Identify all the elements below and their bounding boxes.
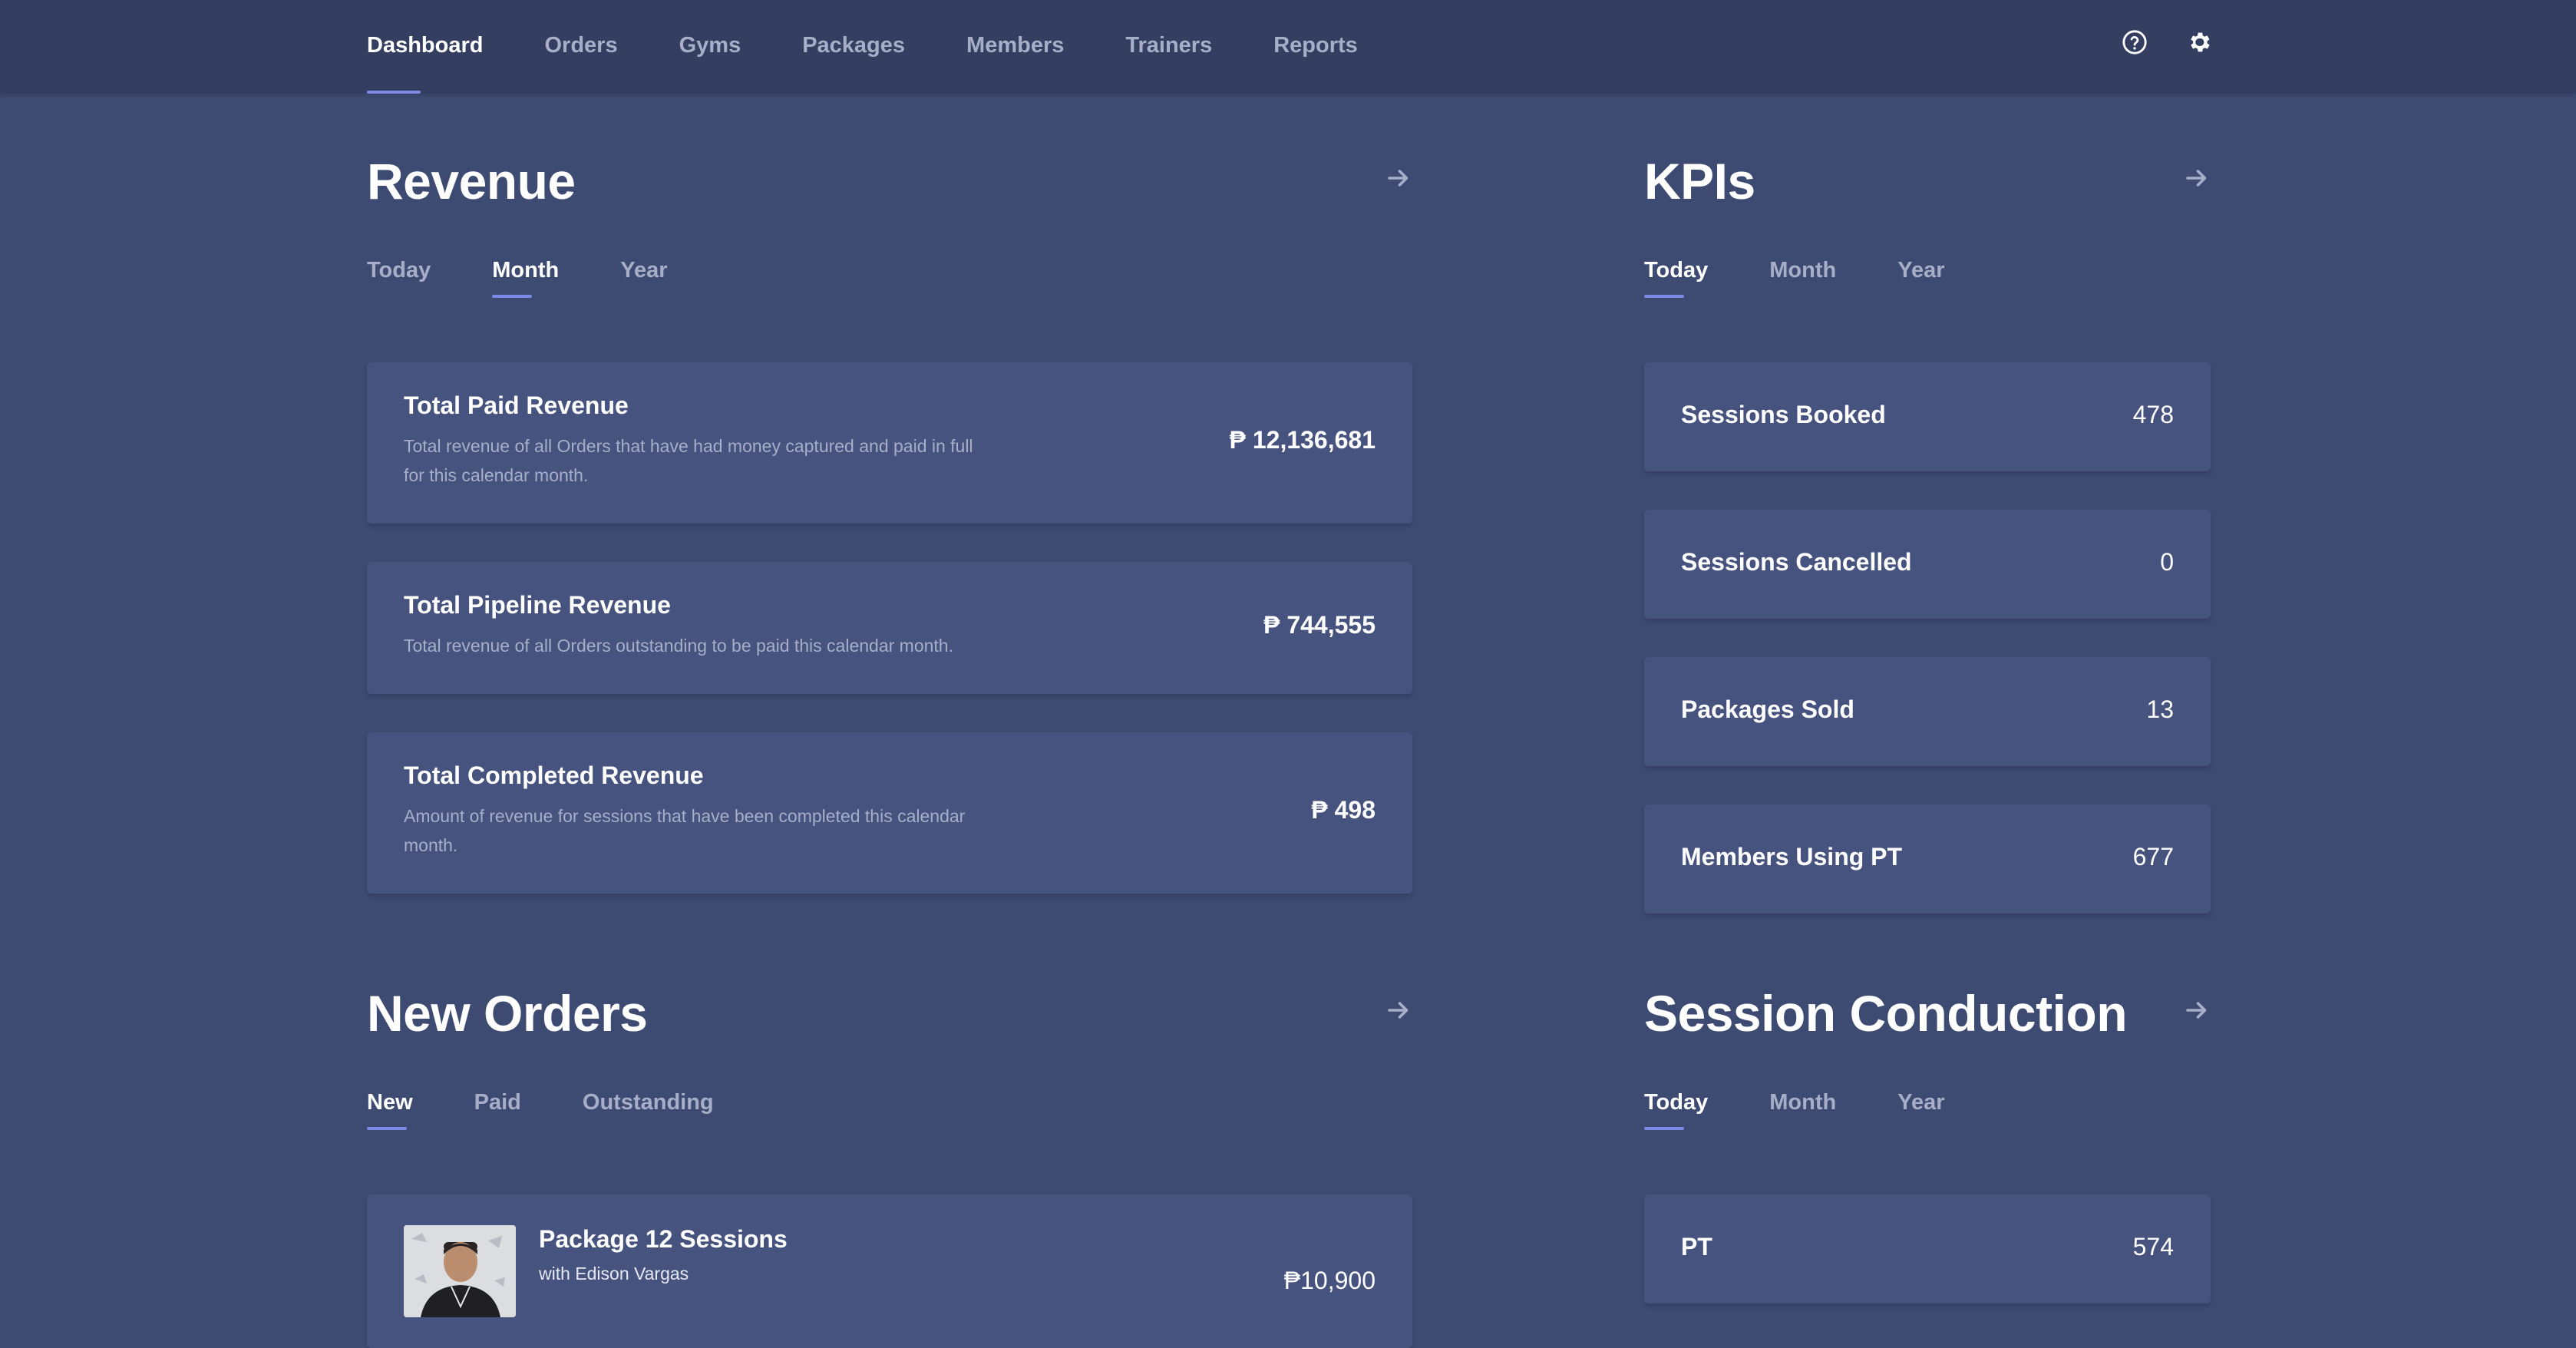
card-title: Total Pipeline Revenue [404, 591, 671, 619]
new-orders-tabs: New Paid Outstanding [367, 1090, 775, 1130]
kpi-label: Sessions Booked [1681, 401, 1886, 428]
card-value: ₱ 12,136,681 [1229, 426, 1376, 454]
nav-item-reports[interactable]: Reports [1273, 0, 1358, 94]
tab-year[interactable]: Year [620, 258, 667, 298]
order-card[interactable]: Package 12 Sessions with Edison Vargas ₱… [367, 1194, 1412, 1348]
new-orders-section: New Orders New Paid Outstanding Package … [367, 983, 1412, 1348]
nav-item-packages[interactable]: Packages [802, 0, 905, 94]
kpis-section: KPIs Today Month Year Sessions Booked 47… [1644, 150, 2211, 918]
new-orders-title: New Orders [367, 985, 648, 1042]
order-package-name: Package 12 Sessions [539, 1225, 788, 1253]
top-icon-group [2122, 29, 2212, 55]
nav-item-trainers[interactable]: Trainers [1125, 0, 1212, 94]
card-value: ₱ 744,555 [1263, 611, 1376, 639]
card-description: Total revenue of all Orders outstanding … [404, 636, 953, 656]
card-description: Amount of revenue for sessions that have… [404, 806, 966, 855]
tab-year[interactable]: Year [1897, 1090, 1944, 1130]
kpi-value: 677 [2132, 843, 2174, 871]
kpi-card-packages-sold[interactable]: Packages Sold 13 [1644, 657, 2211, 766]
tab-today[interactable]: Today [1644, 258, 1708, 298]
kpi-value: 478 [2132, 401, 2174, 428]
session-conduction-title: Session Conduction [1644, 985, 2128, 1042]
kpi-card-sessions-booked[interactable]: Sessions Booked 478 [1644, 362, 2211, 471]
session-conduction-section: Session Conduction Today Month Year PT 5… [1644, 983, 2211, 1314]
tab-month[interactable]: Month [1769, 1090, 1836, 1130]
nav-item-orders[interactable]: Orders [544, 0, 617, 94]
card-title: Total Paid Revenue [404, 392, 629, 419]
revenue-tabs: Today Month Year [367, 258, 729, 298]
tab-year[interactable]: Year [1897, 258, 1944, 298]
order-trainer: with Edison Vargas [539, 1264, 689, 1284]
tab-month[interactable]: Month [1769, 258, 1836, 298]
revenue-section: Revenue Today Month Year Total Paid Reve… [367, 150, 1412, 903]
kpi-value: 0 [2160, 548, 2174, 576]
tab-new[interactable]: New [367, 1090, 413, 1130]
nav-item-dashboard[interactable]: Dashboard [367, 0, 483, 94]
main-nav: Dashboard Orders Gyms Packages Members T… [367, 0, 1419, 94]
help-icon[interactable] [2122, 29, 2148, 55]
kpi-value: 13 [2146, 695, 2174, 723]
card-value: ₱ 498 [1311, 796, 1376, 824]
tab-today[interactable]: Today [1644, 1090, 1708, 1130]
revenue-title: Revenue [367, 153, 576, 210]
nav-item-members[interactable]: Members [966, 0, 1064, 94]
revenue-card-paid[interactable]: Total Paid Revenue Total revenue of all … [367, 362, 1412, 524]
arrow-right-icon[interactable] [2183, 996, 2211, 1024]
gear-icon[interactable] [2186, 29, 2212, 55]
kpi-label: Members Using PT [1681, 843, 1903, 871]
session-card-pt[interactable]: PT 574 [1644, 1194, 2211, 1303]
kpis-title: KPIs [1644, 153, 1755, 210]
tab-outstanding[interactable]: Outstanding [583, 1090, 714, 1130]
arrow-right-icon[interactable] [2183, 164, 2211, 192]
trainer-avatar [404, 1225, 516, 1317]
arrow-right-icon[interactable] [1385, 164, 1412, 192]
session-conduction-tabs: Today Month Year [1644, 1090, 2006, 1130]
tab-paid[interactable]: Paid [474, 1090, 521, 1130]
session-label: PT [1681, 1233, 1712, 1260]
session-value: 574 [2132, 1233, 2174, 1260]
top-navigation-bar: Dashboard Orders Gyms Packages Members T… [0, 0, 2576, 94]
revenue-card-completed[interactable]: Total Completed Revenue Amount of revenu… [367, 732, 1412, 894]
nav-item-gyms[interactable]: Gyms [679, 0, 741, 94]
tab-month[interactable]: Month [492, 258, 559, 298]
order-price: ₱10,900 [1283, 1267, 1376, 1294]
kpis-tabs: Today Month Year [1644, 258, 2006, 298]
tab-today[interactable]: Today [367, 258, 431, 298]
kpi-card-sessions-cancelled[interactable]: Sessions Cancelled 0 [1644, 510, 2211, 619]
kpi-label: Sessions Cancelled [1681, 548, 1912, 576]
card-title: Total Completed Revenue [404, 762, 704, 789]
kpi-card-members-using-pt[interactable]: Members Using PT 677 [1644, 805, 2211, 914]
card-description: Total revenue of all Orders that have ha… [404, 436, 973, 485]
kpi-label: Packages Sold [1681, 695, 1854, 723]
trainer-photo [404, 1225, 516, 1317]
revenue-card-pipeline[interactable]: Total Pipeline Revenue Total revenue of … [367, 562, 1412, 694]
arrow-right-icon[interactable] [1385, 996, 1412, 1024]
